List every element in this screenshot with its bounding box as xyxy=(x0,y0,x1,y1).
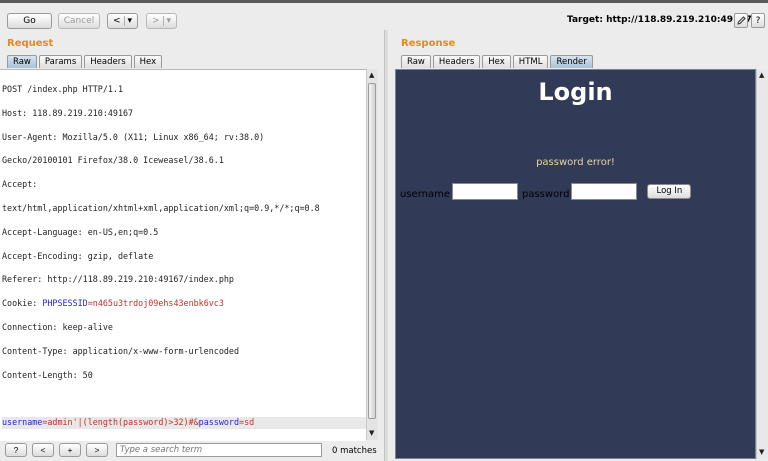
forward-button[interactable]: > ▾ xyxy=(146,13,177,29)
target-url: Target: http://118.89.219.210:49167 xyxy=(567,15,752,25)
scroll-thumb[interactable] xyxy=(368,83,376,419)
response-title: Response xyxy=(401,38,456,49)
body-value-password: sd xyxy=(244,417,255,428)
request-line: Host: 118.89.219.210:49167 xyxy=(2,107,134,118)
request-line: Content-Type: application/x-www-form-url… xyxy=(2,345,239,356)
cookie-prefix: Cookie: xyxy=(2,298,43,309)
cookie-line: Cookie: PHPSESSID=n465u3trdoj09ehs43enbk… xyxy=(2,298,366,310)
help-button[interactable]: ? xyxy=(751,13,765,28)
chevron-down-icon: ▾ xyxy=(127,16,133,26)
search-add-button[interactable]: + xyxy=(59,443,81,457)
request-title: Request xyxy=(7,38,54,49)
scroll-down-icon[interactable]: ▼ xyxy=(369,429,374,437)
request-line: Accept-Language: en-US,en;q=0.5 xyxy=(2,226,159,237)
search-help-button[interactable]: ? xyxy=(5,443,27,457)
window-top-border xyxy=(0,0,768,3)
back-label: < xyxy=(112,16,121,26)
password-label: password xyxy=(522,189,570,200)
login-heading: Login xyxy=(538,78,613,106)
rendered-page: Login password error! username password … xyxy=(395,69,756,459)
request-line: Accept: xyxy=(2,179,38,190)
scroll-down-icon[interactable]: ▼ xyxy=(759,448,764,456)
search-prev-button[interactable]: < xyxy=(32,443,54,457)
body-key-password: password xyxy=(198,417,240,428)
tab-headers[interactable]: Headers xyxy=(84,55,132,68)
login-button[interactable]: Log In xyxy=(647,183,692,199)
error-message: password error! xyxy=(536,157,615,168)
forward-label: > xyxy=(151,16,160,26)
tab-headers[interactable]: Headers xyxy=(432,55,481,68)
password-field[interactable] xyxy=(571,183,638,200)
go-button[interactable]: Go xyxy=(7,13,52,29)
tab-hex[interactable]: Hex xyxy=(482,55,511,68)
tab-params[interactable]: Params xyxy=(38,55,83,68)
cookie-value: n465u3trdoj09ehs43enbk6vc3 xyxy=(92,298,224,309)
response-tabs: Raw Headers Hex HTML Render xyxy=(401,55,593,68)
username-label: username xyxy=(400,189,450,200)
scroll-up-icon[interactable]: ▲ xyxy=(759,71,764,79)
request-line: Content-Length: 50 xyxy=(2,369,93,380)
request-line: User-Agent: Mozilla/5.0 (X11; Linux x86_… xyxy=(2,131,265,142)
tab-html[interactable]: HTML xyxy=(512,55,549,68)
scroll-up-icon[interactable]: ▲ xyxy=(369,71,374,79)
request-tabs: Raw Params Headers Hex xyxy=(7,55,163,68)
request-body-line: username=admin'|(length(password)>32)#&p… xyxy=(2,417,366,430)
body-value-username: admin'|(length(password)>32)# xyxy=(47,417,194,428)
pane-divider[interactable] xyxy=(384,30,388,461)
back-button[interactable]: < ▾ xyxy=(107,13,138,29)
chevron-down-icon: ▾ xyxy=(166,16,172,26)
request-line: Gecko/20100101 Firefox/38.0 Iceweasel/38… xyxy=(2,155,224,166)
username-field[interactable] xyxy=(452,183,518,200)
request-scrollbar[interactable]: ▲ ▼ xyxy=(366,69,378,440)
request-line: Accept-Encoding: gzip, deflate xyxy=(2,250,154,261)
request-line: text/html,application/xhtml+xml,applicat… xyxy=(2,202,320,213)
request-editor[interactable]: POST /index.php HTTP/1.1 Host: 118.89.21… xyxy=(0,69,366,441)
tab-render[interactable]: Render xyxy=(550,55,593,68)
tab-raw[interactable]: Raw xyxy=(401,55,431,68)
search-input[interactable] xyxy=(116,443,322,457)
cookie-key: PHPSESSID xyxy=(42,298,88,309)
tab-hex[interactable]: Hex xyxy=(133,55,163,68)
pencil-icon xyxy=(736,16,746,25)
request-line: Connection: keep-alive xyxy=(2,322,113,333)
request-line: POST /index.php HTTP/1.1 xyxy=(2,83,124,94)
search-next-button[interactable]: > xyxy=(86,443,108,457)
edit-target-button[interactable] xyxy=(734,13,748,28)
match-count: 0 matches xyxy=(332,446,377,456)
response-scrollbar[interactable]: ▲ ▼ xyxy=(756,69,768,459)
body-key-username: username xyxy=(2,417,43,428)
login-form: username password Log In xyxy=(400,183,692,200)
cancel-button[interactable]: Cancel xyxy=(58,13,100,29)
request-line: Referer: http://118.89.219.210:49167/ind… xyxy=(2,274,234,285)
tab-raw[interactable]: Raw xyxy=(7,55,37,68)
